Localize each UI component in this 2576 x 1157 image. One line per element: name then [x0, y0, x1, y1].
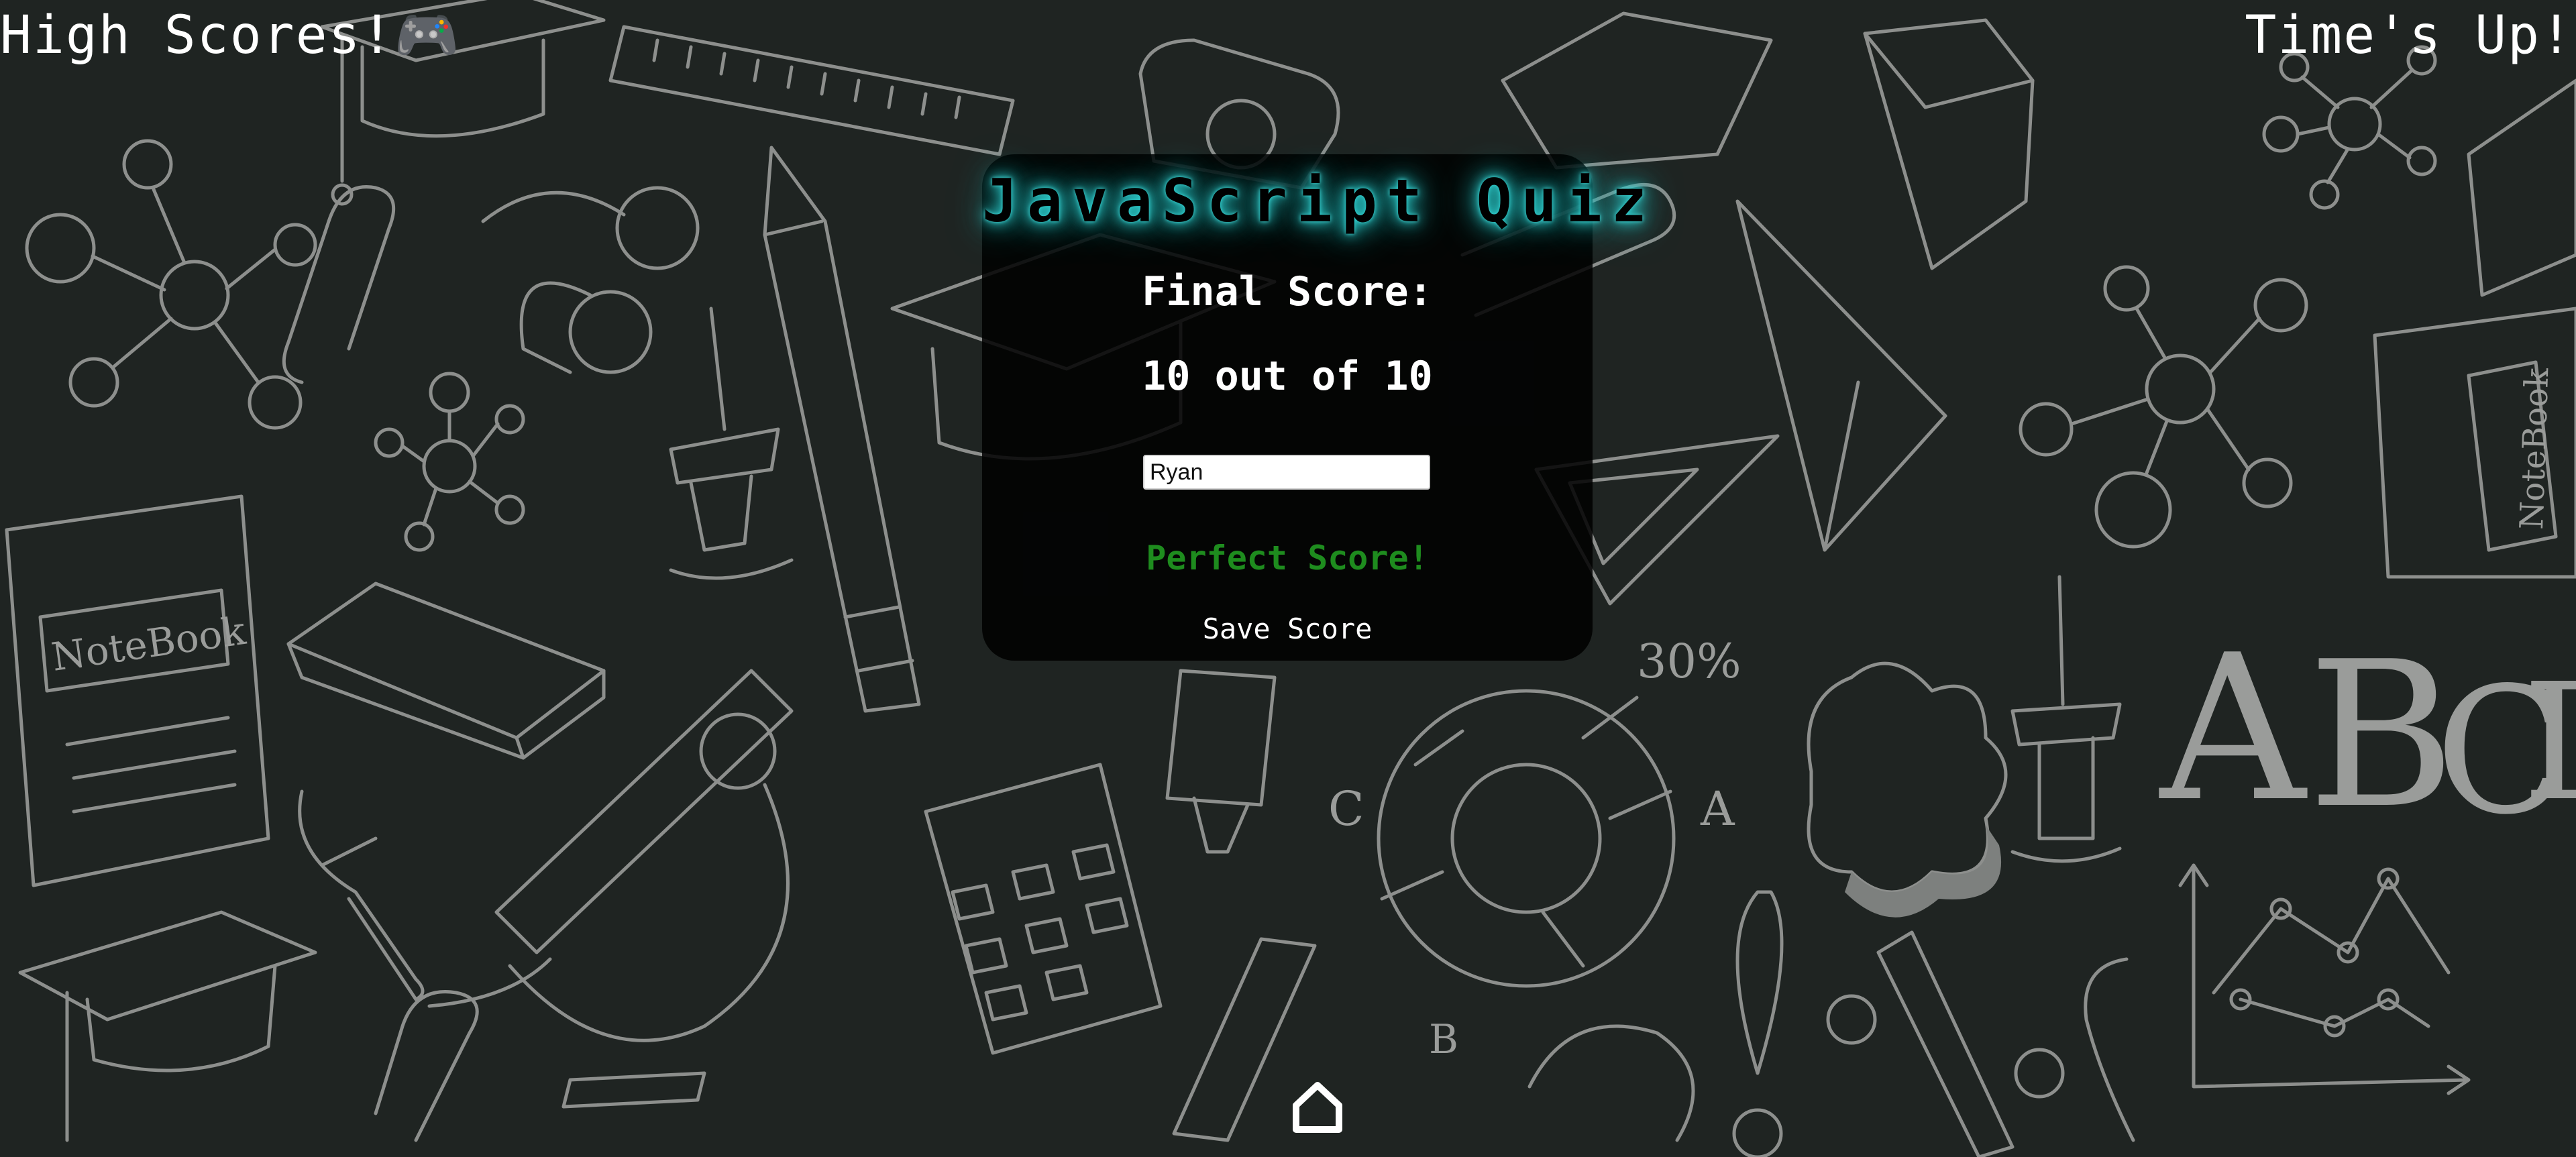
notebook-doodle-2: NoteBook [2373, 307, 2576, 579]
pie-chart-doodle: C A B [1328, 689, 1735, 1063]
letter-a: A [2157, 612, 2308, 846]
home-icon [1293, 1082, 1342, 1133]
glasses-doodle [481, 186, 700, 374]
final-score-value: 10 out of 10 [1142, 353, 1433, 400]
pencil-doodle [763, 146, 921, 713]
molecule-doodle [25, 139, 317, 430]
flask-doodle [1165, 669, 1277, 854]
swirl-doodle [2084, 957, 2135, 1142]
chart-letter-b: B [1429, 1016, 1458, 1063]
high-scores-link[interactable]: High Scores!🎮 [0, 5, 461, 66]
molecule-doodle-2 [2262, 45, 2437, 210]
letter-d: D [2522, 649, 2576, 836]
notebook-doodle: NoteBook [5, 494, 270, 887]
paperclip-doodle [282, 185, 396, 384]
quiz-title: JavaScript Quiz [982, 166, 1656, 235]
notebook-doodle-3 [2467, 78, 2576, 297]
paper-plane-doodle [1735, 199, 1947, 552]
chart-letter-a: A [1700, 781, 1735, 836]
notebook-label-2: NoteBook [2513, 367, 2556, 530]
book-doodle [286, 582, 606, 760]
cloud-doodle [1807, 661, 2008, 894]
exclamation-doodle [1732, 890, 1784, 1157]
calculator-doodle [924, 763, 1163, 1055]
paintbrush-doodle [298, 789, 425, 1001]
final-score-label: Final Score: [1142, 268, 1433, 315]
line-chart-doodle [2178, 863, 2471, 1095]
timer-display: Time's Up! [2245, 5, 2573, 66]
microscope-doodle [427, 669, 794, 1109]
ruler-doodle-2 [1876, 930, 2015, 1157]
molecule-doodle-3 [2019, 265, 2308, 549]
circle-doodle-2 [2014, 1048, 2065, 1099]
letter-b: B [2308, 618, 2455, 852]
circle-doodle [1826, 994, 1877, 1045]
save-score-button[interactable]: Save Score [1183, 605, 1391, 652]
small-molecule-doodle [374, 372, 525, 552]
pushpin-doodle-2 [2010, 575, 2122, 863]
quiz-card: JavaScript Quiz Final Score: 10 out of 1… [982, 154, 1656, 661]
pushpin-doodle [669, 307, 794, 580]
graduation-cap-doodle-4 [1863, 18, 2035, 270]
ruler-doodle [608, 25, 1015, 156]
paper-doodle [1501, 11, 1773, 170]
notebook-label: NoteBook [48, 608, 248, 680]
home-button[interactable] [1289, 1079, 1346, 1135]
percent-doodle: 30% [1637, 634, 1741, 689]
chart-letter-c: C [1328, 781, 1364, 836]
alphabet-doodle: A B C D [2157, 612, 2576, 853]
paperclip-doodle-2 [374, 990, 479, 1142]
status-message: Perfect Score! [1146, 539, 1429, 577]
question-doodle [1527, 1024, 1695, 1142]
graduation-cap-doodle-2 [18, 910, 317, 1142]
name-input[interactable] [1143, 455, 1430, 490]
